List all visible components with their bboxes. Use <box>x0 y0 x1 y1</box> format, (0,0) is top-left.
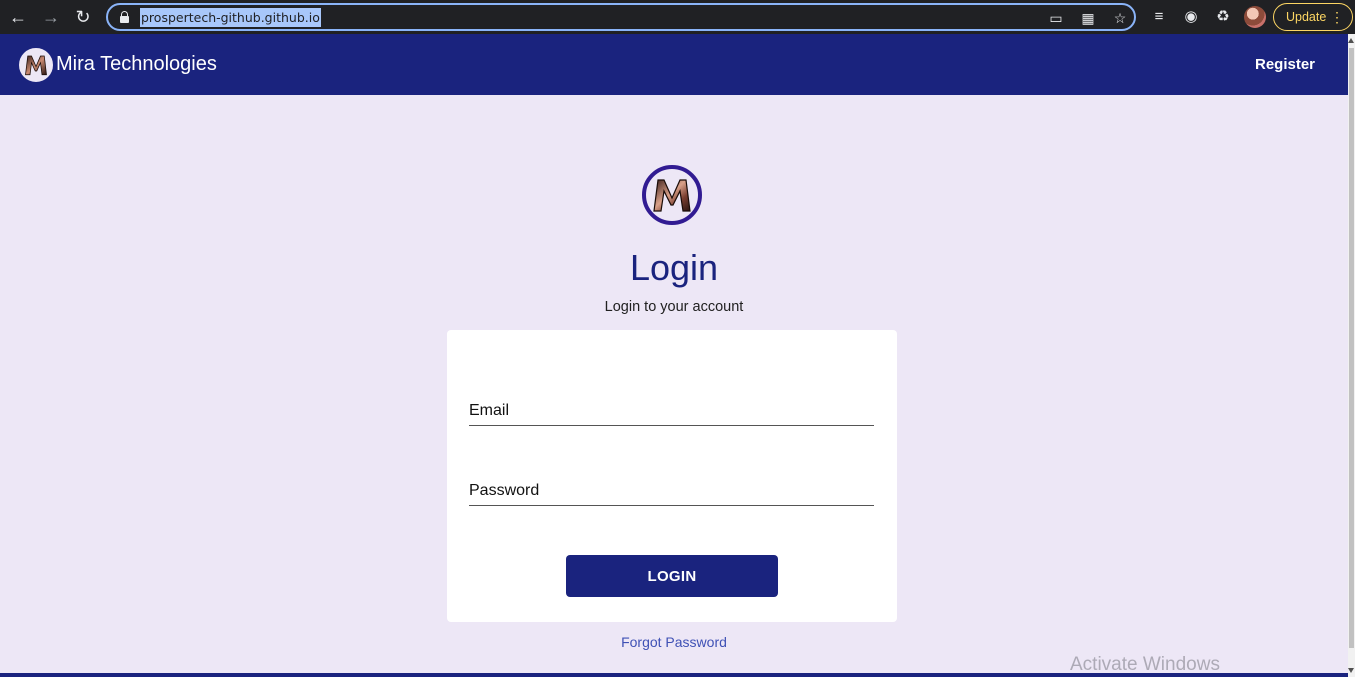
lock-icon[interactable] <box>120 11 129 23</box>
page-subtitle: Login to your account <box>604 299 744 315</box>
cast-icon[interactable]: ▭ <box>1046 8 1066 28</box>
page-scrollbar[interactable] <box>1348 34 1355 677</box>
profile-avatar[interactable] <box>1244 6 1266 28</box>
m-logo-large-icon <box>653 179 691 212</box>
puzzle-icon[interactable]: ♻ <box>1211 5 1235 29</box>
reload-icon[interactable]: ↻ <box>70 4 96 30</box>
m-logo-icon <box>25 55 47 76</box>
reading-list-icon[interactable]: ≡ <box>1147 5 1171 29</box>
scroll-down-arrow-icon[interactable] <box>1348 668 1354 673</box>
bottom-bar <box>0 673 1348 677</box>
star-icon[interactable]: ☆ <box>1110 8 1130 28</box>
qr-code-icon[interactable]: ▦ <box>1078 8 1098 28</box>
login-card: LOGIN <box>447 330 897 622</box>
menu-dots-icon[interactable]: ⋮ <box>1330 4 1344 30</box>
scroll-thumb[interactable] <box>1349 48 1354 648</box>
page-title: Login <box>629 247 719 288</box>
login-button[interactable]: LOGIN <box>566 555 778 597</box>
extension-globe-icon[interactable]: ◉ <box>1179 5 1203 29</box>
login-logo-icon <box>642 165 702 225</box>
brand-name[interactable]: Mira Technologies <box>56 53 217 76</box>
scroll-up-arrow-icon[interactable] <box>1348 38 1354 43</box>
register-link[interactable]: Register <box>1250 56 1320 73</box>
password-field-container <box>469 466 874 506</box>
email-input[interactable] <box>469 386 874 425</box>
url-text[interactable]: prospertech-github.github.io <box>140 8 321 27</box>
password-input[interactable] <box>469 466 874 505</box>
brand-logo-icon[interactable] <box>19 48 53 82</box>
update-label: Update <box>1286 10 1327 24</box>
email-field-container <box>469 386 874 426</box>
update-button[interactable]: Update ⋮ <box>1273 3 1353 31</box>
forward-arrow-icon[interactable]: → <box>38 4 64 30</box>
address-bar[interactable]: prospertech-github.github.io ▭ ▦ ☆ <box>106 3 1136 31</box>
browser-toolbar: ← → ↻ prospertech-github.github.io ▭ ▦ ☆… <box>0 0 1355 34</box>
forgot-password-link[interactable]: Forgot Password <box>0 634 1348 650</box>
back-arrow-icon[interactable]: ← <box>5 4 31 30</box>
app-bar: Mira Technologies Register <box>0 34 1348 95</box>
